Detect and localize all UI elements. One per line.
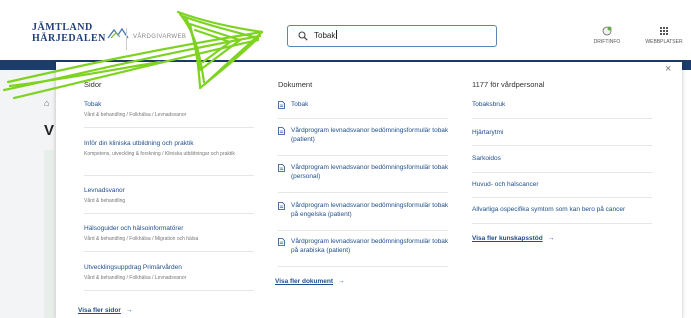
divider xyxy=(278,266,448,267)
divider xyxy=(472,172,652,173)
list-item[interactable]: Utvecklingsuppdrag Primärvården Vård & b… xyxy=(84,263,254,282)
divider xyxy=(84,175,254,176)
show-more-knowledge-link[interactable]: Visa fler kunskapsstöd → xyxy=(472,235,554,242)
page-result-title[interactable]: Utvecklingsuppdrag Primärvården xyxy=(84,263,254,272)
show-more-knowledge-label: Visa fler kunskapsstöd xyxy=(472,235,543,242)
documents-heading: Dokument xyxy=(278,80,313,89)
document-result-title[interactable]: Vårdprogram levnadsvanor bedömningsformu… xyxy=(291,126,451,144)
list-item[interactable]: Tobak Vård & behandling / Folkhälsa / Le… xyxy=(84,100,254,119)
list-item[interactable]: Vårdprogram levnadsvanor bedömningsformu… xyxy=(278,237,448,259)
divider xyxy=(472,223,652,224)
list-item[interactable]: Hälsoguider och hälsoinformatörer Vård &… xyxy=(84,224,254,243)
site-header: JÄMTLAND HÄRJEDALEN VÅRDGIVARWEB Tobak D… xyxy=(0,0,691,60)
driftinfo-label: DRIFTINFO xyxy=(593,39,621,45)
home-icon[interactable]: ⌂ xyxy=(44,98,49,108)
documents-column: Dokument Tobak Vårdprogram levnadsvanor … xyxy=(278,80,448,267)
page-result-path: Vård & behandling / Folkhälsa / Migratio… xyxy=(84,236,199,242)
document-icon xyxy=(278,238,285,246)
header-divider xyxy=(126,28,127,50)
page-result-path: Vård & behandling / Folkhälsa / Levnadsv… xyxy=(84,112,187,118)
divider xyxy=(84,290,254,291)
search-input[interactable]: Tobak xyxy=(314,30,338,40)
list-item[interactable]: Tobaksbruk xyxy=(472,100,652,109)
logo-line2: HÄRJEDALEN xyxy=(32,33,106,44)
document-result-title[interactable]: Tobak xyxy=(291,100,308,109)
arrow-right-icon: → xyxy=(125,307,133,314)
site-name: VÅRDGIVARWEB xyxy=(133,34,187,40)
page-backdrop-strip xyxy=(44,150,54,318)
list-item[interactable]: Huvud- och halscancer xyxy=(472,180,652,189)
show-more-documents-link[interactable]: Visa fler dokument → xyxy=(275,278,345,285)
webbplatser-button[interactable]: WEBBPLATSER xyxy=(642,26,686,45)
arrow-right-icon: → xyxy=(547,235,555,242)
page-result-title[interactable]: Inför din kliniska utbildning och prakti… xyxy=(84,139,254,148)
knowledge-result-title[interactable]: Allvarliga ospecifika symtom som kan ber… xyxy=(472,205,652,214)
knowledge-result-title[interactable]: Huvud- och halscancer xyxy=(472,180,652,189)
list-item[interactable]: Sarkoidos xyxy=(472,154,652,163)
region-logo[interactable]: JÄMTLAND HÄRJEDALEN xyxy=(32,22,132,50)
divider xyxy=(472,118,652,119)
list-item[interactable]: Hjärtarytmi xyxy=(472,128,652,137)
document-result-title[interactable]: Vårdprogram levnadsvanor bedömningsformu… xyxy=(291,237,451,255)
show-more-pages-link[interactable]: Visa fler sidor → xyxy=(78,307,132,314)
divider xyxy=(84,213,254,214)
close-icon[interactable]: × xyxy=(665,63,671,75)
page-result-path: Vård & behandling xyxy=(84,198,126,204)
knowledge-heading: 1177 för vårdpersonal xyxy=(472,80,545,89)
grid-icon xyxy=(660,27,668,35)
document-result-title[interactable]: Vårdprogram levnadsvanor bedömningsformu… xyxy=(291,201,451,219)
list-item[interactable]: Allvarliga ospecifika symtom som kan ber… xyxy=(472,205,652,214)
divider xyxy=(84,127,254,128)
list-item[interactable]: Vårdprogram levnadsvanor bedömningsformu… xyxy=(278,163,448,185)
document-icon xyxy=(278,164,285,172)
list-item[interactable]: Vårdprogram levnadsvanor bedömningsformu… xyxy=(278,201,448,223)
page-result-title[interactable]: Hälsoguider och hälsoinformatörer xyxy=(84,224,254,233)
document-result-title[interactable]: Vårdprogram levnadsvanor bedömningsformu… xyxy=(291,163,451,181)
divider xyxy=(278,230,448,231)
show-more-documents-label: Visa fler dokument xyxy=(275,278,334,285)
divider xyxy=(278,118,448,119)
logo-line1: JÄMTLAND xyxy=(32,22,93,33)
document-icon xyxy=(278,101,285,109)
driftinfo-button[interactable]: DRIFTINFO xyxy=(590,26,624,45)
divider xyxy=(278,192,448,193)
knowledge-result-title[interactable]: Hjärtarytmi xyxy=(472,128,652,137)
divider xyxy=(472,197,652,198)
divider xyxy=(84,251,254,252)
arrow-right-icon: → xyxy=(338,278,345,285)
page-result-title[interactable]: Levnadsvanor xyxy=(84,186,254,195)
drift-status-icon xyxy=(602,26,612,36)
search-icon xyxy=(298,31,308,41)
webbplatser-label: WEBBPLATSER xyxy=(645,39,683,45)
knowledge-result-title[interactable]: Tobaksbruk xyxy=(472,100,652,109)
pages-column: Sidor Tobak Vård & behandling / Folkhäls… xyxy=(84,80,254,291)
search-field[interactable]: Tobak xyxy=(287,25,497,47)
list-item[interactable]: Vårdprogram levnadsvanor bedömningsformu… xyxy=(278,126,448,148)
knowledge-result-title[interactable]: Sarkoidos xyxy=(472,154,652,163)
list-item[interactable]: Levnadsvanor Vård & behandling xyxy=(84,186,254,205)
document-icon xyxy=(278,202,285,210)
pages-heading: Sidor xyxy=(84,80,102,89)
list-item[interactable]: Inför din kliniska utbildning och prakti… xyxy=(84,139,254,158)
divider xyxy=(278,155,448,156)
document-icon xyxy=(278,127,285,135)
knowledge-column: 1177 för vårdpersonal Tobaksbruk Hjärtar… xyxy=(472,80,652,224)
show-more-pages-label: Visa fler sidor xyxy=(78,307,121,314)
list-item[interactable]: Tobak xyxy=(278,100,448,112)
page-result-path: Vård & behandling / Folkhälsa / Levnadsv… xyxy=(84,275,187,281)
page-result-title[interactable]: Tobak xyxy=(84,100,254,109)
page-result-path: Kompetens, utveckling & forskning / Klin… xyxy=(84,151,235,157)
divider xyxy=(472,145,652,146)
page-heading-fragment: V xyxy=(44,122,55,139)
